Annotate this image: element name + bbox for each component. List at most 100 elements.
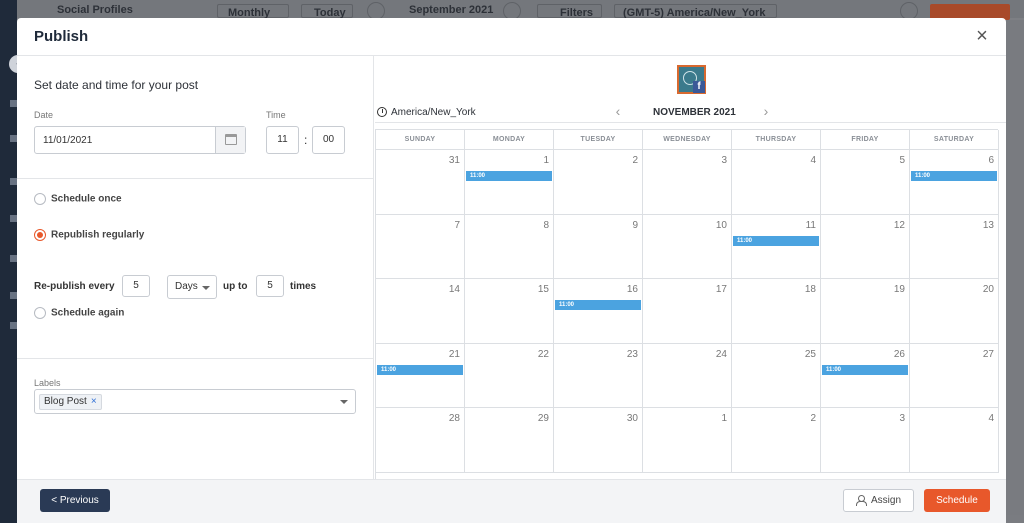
calendar-day-cell[interactable]: 14 <box>376 279 465 344</box>
calendar-day-cell[interactable]: 28 <box>376 408 465 473</box>
weekday-header: SATURDAY <box>910 130 999 150</box>
calendar-day-cell[interactable]: 15 <box>465 279 554 344</box>
scheduled-post-event[interactable]: 11:00 <box>911 171 997 181</box>
day-number: 11 <box>805 219 816 231</box>
section-title: Set date and time for your post <box>34 78 199 92</box>
calendar-day-cell[interactable]: 3 <box>643 150 732 215</box>
calendar-day-cell[interactable]: 2 <box>554 150 643 215</box>
schedule-button[interactable]: Schedule <box>924 489 990 512</box>
day-number: 7 <box>454 219 460 231</box>
weekday-header: TUESDAY <box>554 130 643 150</box>
calendar-day-cell[interactable]: 22 <box>465 343 554 408</box>
republish-regularly-label: Republish regularly <box>51 229 145 241</box>
calendar-day-cell[interactable]: 11 11:00 <box>732 214 821 279</box>
schedule-again-label: Schedule again <box>51 307 125 319</box>
calendar-day-cell[interactable]: 19 <box>821 279 910 344</box>
times-label: times <box>290 281 317 292</box>
day-number: 5 <box>899 155 905 166</box>
timezone-select: (GMT-5) America/New_York <box>614 4 777 19</box>
month-label: September 2021 <box>409 4 494 16</box>
day-number: 18 <box>804 284 816 295</box>
scheduled-post-event[interactable]: 11:00 <box>466 171 552 181</box>
nav-icon <box>10 135 17 142</box>
user-icon <box>855 495 867 507</box>
calendar-day-cell[interactable]: 29 <box>465 408 554 473</box>
day-number: 17 <box>715 284 727 295</box>
background-panel <box>1006 20 1024 523</box>
calendar-day-cell[interactable]: 3 <box>821 408 910 473</box>
calendar-day-cell[interactable]: 23 <box>554 343 643 408</box>
calendar-picker-button[interactable] <box>215 127 245 153</box>
filters-button: Filters <box>537 4 602 19</box>
calendar-day-cell[interactable]: 20 <box>910 279 999 344</box>
interval-unit-select[interactable]: Days <box>167 275 217 299</box>
label-tag: Blog Post × <box>39 394 102 410</box>
scheduled-post-event[interactable]: 11:00 <box>822 364 908 375</box>
day-number: 25 <box>804 348 816 360</box>
radio-icon <box>34 307 46 319</box>
assign-button[interactable]: Assign <box>843 489 914 512</box>
calendar-panel: f America/New_York ‹ NOVEMBER 2021 › SUN… <box>375 56 1006 479</box>
day-number: 13 <box>982 219 994 231</box>
calendar-day-cell[interactable]: 4 <box>910 408 999 473</box>
day-number: 4 <box>810 155 816 166</box>
republish-regularly-option[interactable]: Republish regularly <box>34 229 144 243</box>
day-number: 4 <box>988 413 994 424</box>
day-number: 21 <box>448 348 460 360</box>
today-button: Today <box>301 4 353 19</box>
minute-input[interactable]: 00 <box>312 126 345 154</box>
calendar-day-cell[interactable]: 1 <box>643 408 732 473</box>
scheduled-post-event[interactable]: 11:00 <box>733 235 819 246</box>
scheduled-post-event[interactable]: 11:00 <box>377 364 463 375</box>
nav-icon <box>10 255 17 262</box>
calendar-day-cell[interactable]: 31 <box>376 150 465 215</box>
divider <box>17 178 374 179</box>
labels-select[interactable]: Blog Post × <box>34 389 356 414</box>
calendar-day-cell[interactable]: 10 <box>643 214 732 279</box>
calendar-day-cell[interactable]: 7 <box>376 214 465 279</box>
app-sidebar <box>0 0 17 523</box>
next-month-icon[interactable]: › <box>759 104 773 118</box>
calendar-day-cell[interactable]: 26 11:00 <box>821 343 910 408</box>
calendar-day-cell[interactable]: 16 11:00 <box>554 279 643 344</box>
calendar-day-cell[interactable]: 12 <box>821 214 910 279</box>
day-number: 2 <box>632 155 638 166</box>
calendar-day-cell[interactable]: 18 <box>732 279 821 344</box>
calendar-day-cell[interactable]: 1 11:00 <box>465 150 554 215</box>
interval-input[interactable]: 5 <box>122 275 150 297</box>
schedule-once-option[interactable]: Schedule once <box>34 193 122 207</box>
hour-input[interactable]: 11 <box>266 126 299 154</box>
calendar-day-cell[interactable]: 27 <box>910 343 999 408</box>
calendar-day-cell[interactable]: 25 <box>732 343 821 408</box>
calendar-day-cell[interactable]: 6 11:00 <box>910 150 999 215</box>
app-toolbar: Social Profiles Monthly Today September … <box>17 0 1024 20</box>
assign-label: Assign <box>870 495 901 506</box>
calendar-day-cell[interactable]: 5 <box>821 150 910 215</box>
modal-footer: < Previous Assign Schedule <box>17 479 1006 523</box>
calendar-day-cell[interactable]: 13 <box>910 214 999 279</box>
day-number: 24 <box>715 348 727 360</box>
profile-avatar[interactable]: f <box>677 65 706 94</box>
remove-tag-icon[interactable]: × <box>91 396 97 407</box>
calendar-day-cell[interactable]: 9 <box>554 214 643 279</box>
calendar-timezone: America/New_York <box>391 107 476 118</box>
labels-label: Labels <box>34 378 61 388</box>
calendar-day-cell[interactable]: 24 <box>643 343 732 408</box>
date-input[interactable]: 11/01/2021 <box>34 126 246 154</box>
calendar-day-cell[interactable]: 2 <box>732 408 821 473</box>
prev-month-icon[interactable]: ‹ <box>611 104 625 118</box>
scheduled-post-event[interactable]: 11:00 <box>555 300 641 310</box>
day-number: 12 <box>893 219 905 231</box>
calendar-day-cell[interactable]: 30 <box>554 408 643 473</box>
weekday-header: FRIDAY <box>821 130 910 150</box>
calendar-day-cell[interactable]: 21 11:00 <box>376 343 465 408</box>
previous-button[interactable]: < Previous <box>40 489 110 512</box>
nav-icon <box>10 292 17 299</box>
view-select: Monthly <box>217 4 289 19</box>
times-input[interactable]: 5 <box>256 275 284 297</box>
schedule-again-option[interactable]: Schedule again <box>34 307 124 321</box>
calendar-day-cell[interactable]: 4 <box>732 150 821 215</box>
calendar-day-cell[interactable]: 8 <box>465 214 554 279</box>
calendar-day-cell[interactable]: 17 <box>643 279 732 344</box>
close-icon[interactable]: × <box>972 26 992 46</box>
